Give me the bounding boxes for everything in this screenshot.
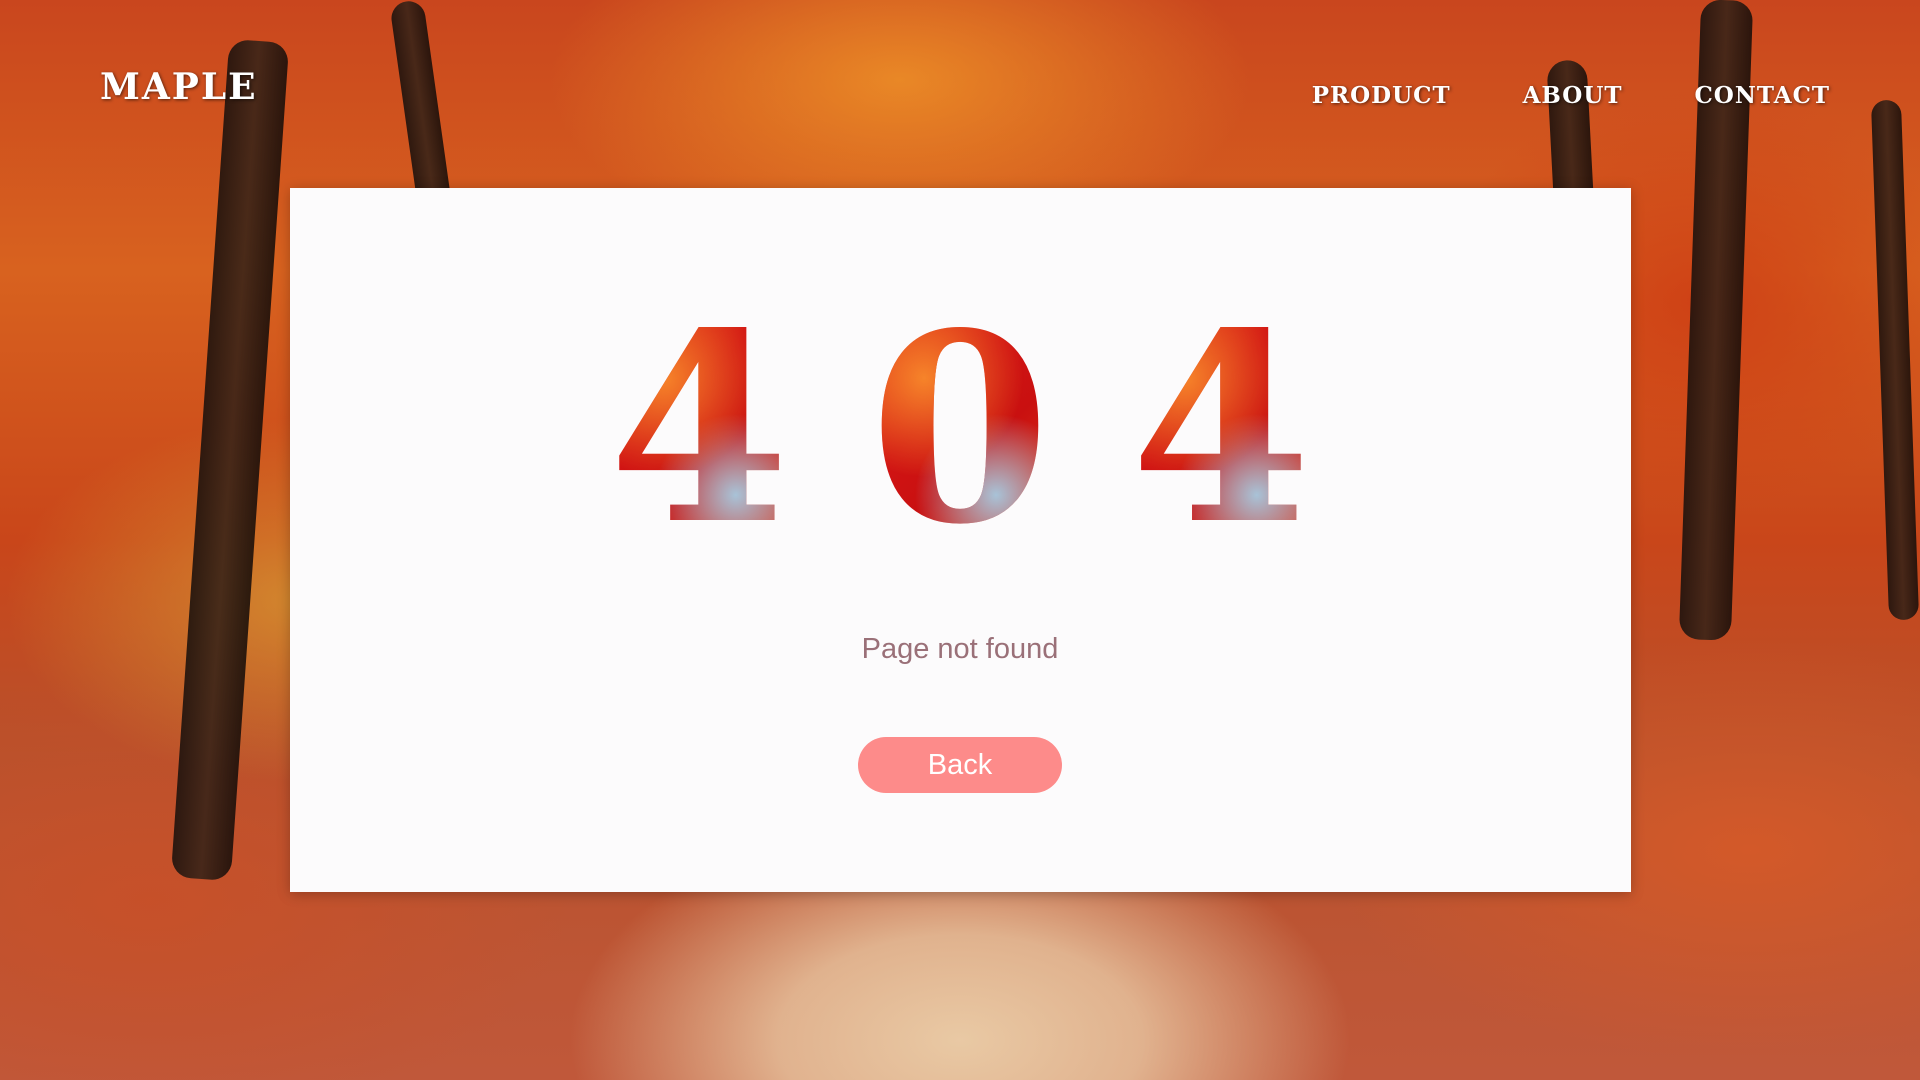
back-button[interactable]: Back	[858, 737, 1062, 793]
nav-item-product[interactable]: PRODUCT	[1312, 82, 1451, 109]
nav-item-about[interactable]: ABOUT	[1523, 82, 1623, 109]
brand-logo[interactable]: MAPLE	[100, 66, 258, 108]
site-header: MAPLE PRODUCT ABOUT CONTACT	[0, 0, 1920, 180]
nav-item-contact[interactable]: CONTACT	[1695, 82, 1831, 109]
error-digit: 4	[1130, 277, 1312, 582]
error-digit: 4	[608, 277, 790, 582]
main-nav: PRODUCT ABOUT CONTACT	[1312, 82, 1830, 109]
error-digit: 0	[869, 277, 1051, 582]
error-message: Page not found	[861, 633, 1059, 665]
error-code: 4 0 4	[0, 300, 1920, 560]
